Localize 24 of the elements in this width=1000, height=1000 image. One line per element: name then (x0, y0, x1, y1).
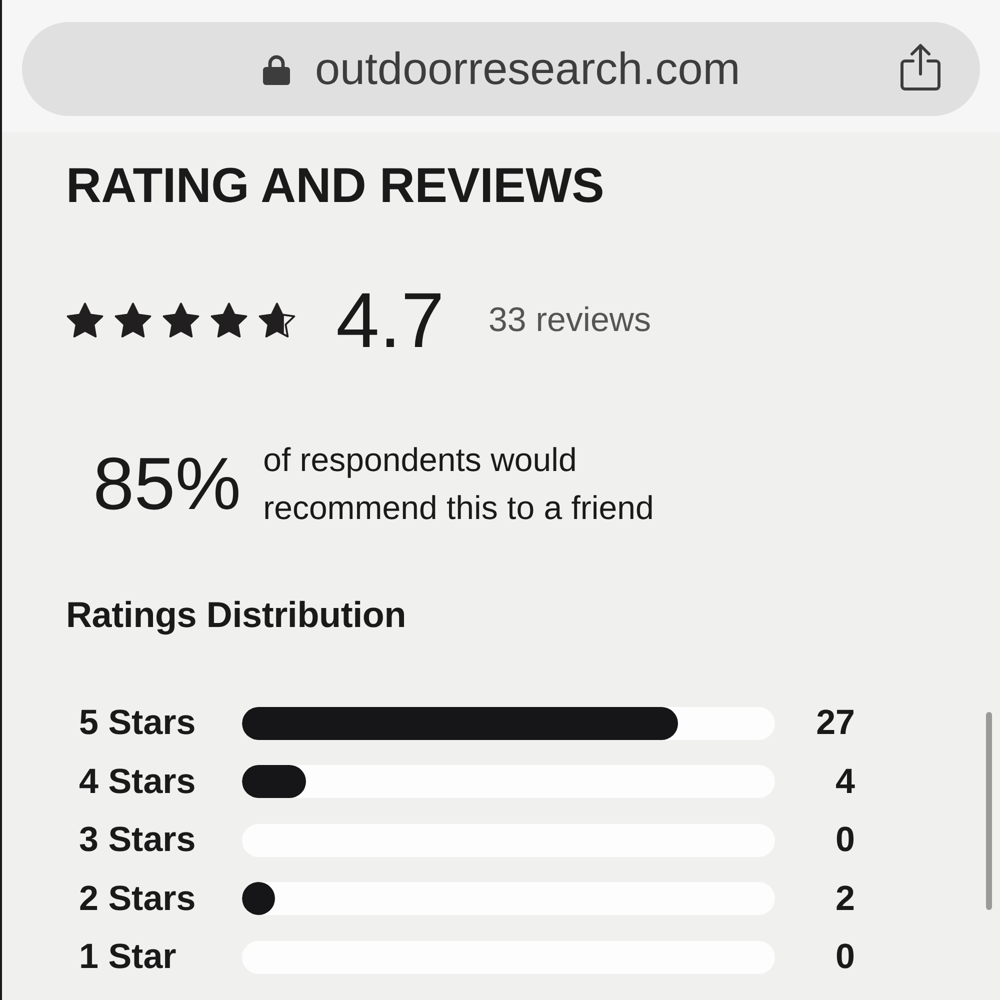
star-level-label: 2 Stars (79, 878, 197, 919)
review-count: 0 (834, 820, 855, 860)
review-count: 0 (834, 937, 855, 978)
star-level-label: 1 Star (79, 937, 178, 978)
star-icon (162, 302, 200, 338)
recommend-percent: 85% (93, 444, 242, 524)
lock-icon (263, 54, 290, 84)
recommend-text: of respondents would recommend this to a friend (263, 440, 655, 528)
address-bar[interactable]: outdoorresearch.com (22, 22, 980, 116)
review-count: 2 (834, 878, 855, 919)
partial-star-icon (258, 302, 296, 338)
section-title: RATING AND REVIEWS (66, 159, 604, 214)
star-level-label: 4 Stars (79, 762, 197, 802)
review-count: 27 (815, 703, 855, 744)
distribution-title: Ratings Distribution (66, 594, 406, 635)
star-level-label: 5 Stars (79, 703, 197, 744)
star-level-label: 3 Stars (79, 820, 197, 860)
star-icon (66, 302, 104, 338)
star-icon (114, 302, 152, 338)
review-count: 4 (834, 762, 855, 802)
star-icon (210, 302, 248, 338)
review-total: 33 reviews (488, 300, 651, 340)
share-icon[interactable] (899, 43, 942, 91)
average-score: 4.7 (336, 280, 444, 360)
